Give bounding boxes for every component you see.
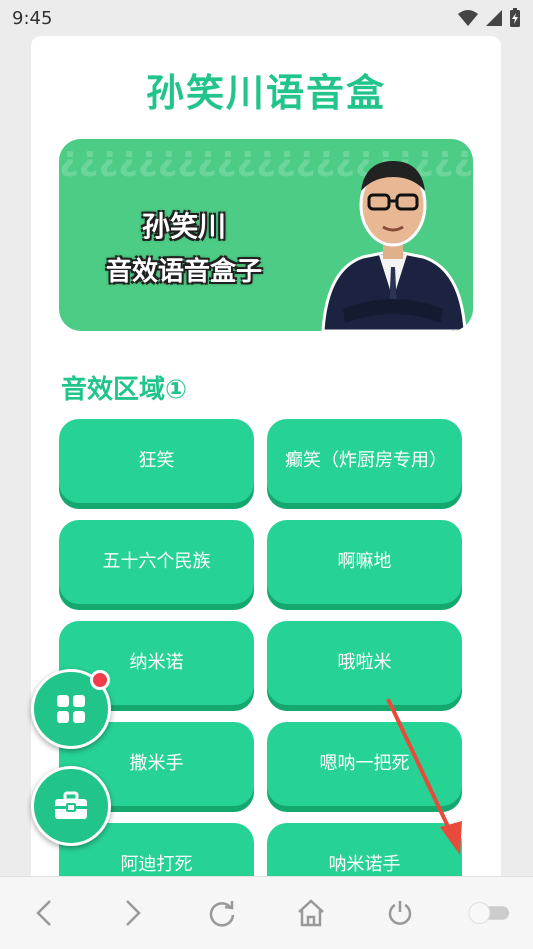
sound-button[interactable]: 啊嘛地: [267, 520, 462, 604]
person-photo: [321, 161, 467, 331]
forward-icon: [126, 900, 142, 926]
back-icon: [36, 900, 52, 926]
banner-line1: 孙笑川: [141, 210, 226, 243]
home-button[interactable]: [289, 891, 333, 935]
sound-button[interactable]: 癫笑（炸厨房专用）: [267, 419, 462, 503]
signal-icon: [486, 10, 502, 26]
status-icons: [457, 8, 521, 28]
browser-nav-bar: [0, 876, 533, 949]
sound-button[interactable]: 哦啦米: [267, 621, 462, 705]
wifi-icon: [458, 10, 478, 26]
status-bar: 9:45: [0, 0, 533, 36]
arrow-annotation: [386, 698, 462, 855]
toggle-icon: [467, 902, 509, 924]
status-time: 9:45: [12, 7, 53, 29]
grid-menu-button[interactable]: [31, 669, 111, 749]
grid-icon: [57, 695, 85, 723]
refresh-button[interactable]: [200, 891, 244, 935]
power-icon: [388, 901, 411, 925]
power-button[interactable]: [378, 891, 422, 935]
home-icon: [298, 899, 324, 927]
banner-image: ¿¿¿¿¿¿¿¿¿¿¿¿¿¿¿¿¿¿¿¿¿¿¿¿¿¿¿¿¿¿¿¿¿¿¿¿¿¿¿¿…: [59, 139, 473, 331]
sound-button[interactable]: 狂笑: [59, 419, 254, 503]
back-button[interactable]: [22, 891, 66, 935]
notification-dot: [90, 670, 110, 690]
toolbox-button[interactable]: [31, 766, 111, 846]
toolbox-icon: [55, 791, 87, 819]
page-title: 孙笑川语音盒: [145, 71, 386, 115]
toggle-switch[interactable]: [467, 891, 511, 935]
battery-icon: [510, 8, 520, 27]
banner-line2: 音效语音盒子: [105, 257, 262, 287]
forward-button[interactable]: [111, 891, 155, 935]
sound-button[interactable]: 五十六个民族: [59, 520, 254, 604]
section-title: 音效区域①: [61, 375, 188, 405]
refresh-icon: [209, 901, 235, 927]
